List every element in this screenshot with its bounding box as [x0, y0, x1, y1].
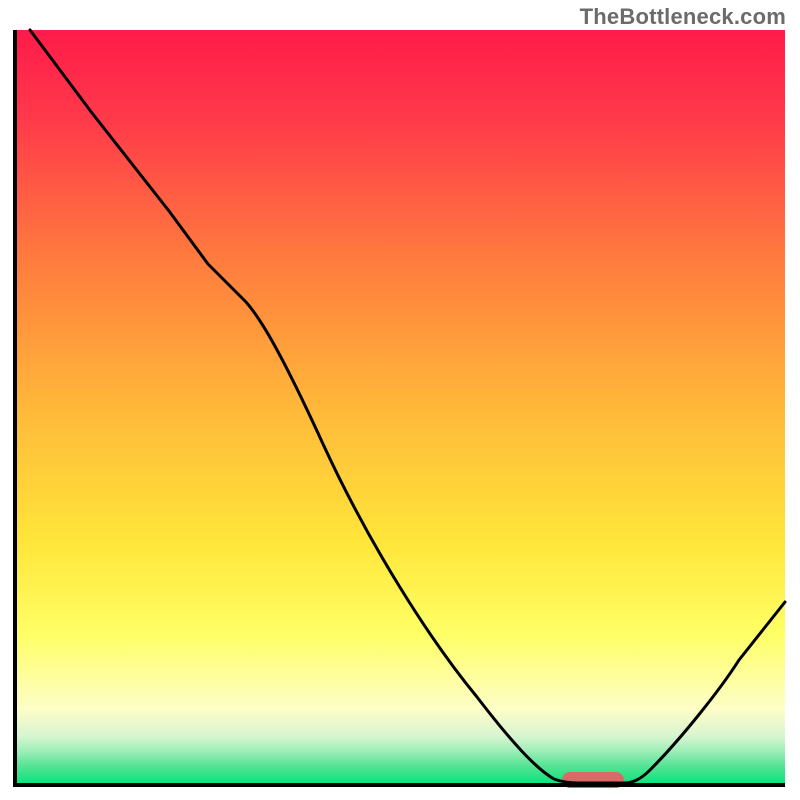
- plot-background: [15, 30, 785, 785]
- chart-container: TheBottleneck.com: [0, 0, 800, 800]
- plot-area: [15, 30, 785, 788]
- watermark-text: TheBottleneck.com: [580, 4, 786, 30]
- chart-svg: [0, 0, 800, 800]
